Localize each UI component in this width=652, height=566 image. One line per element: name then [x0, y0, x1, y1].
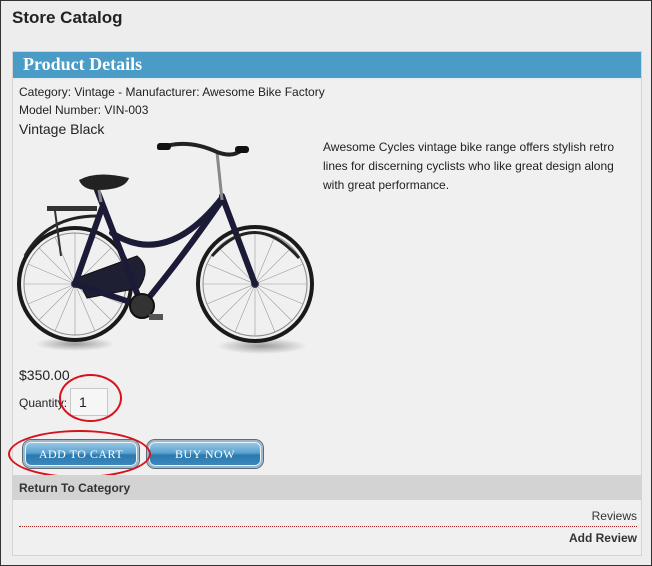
quantity-input[interactable] [70, 388, 108, 416]
reviews-label: Reviews [591, 509, 637, 523]
return-to-category-bar[interactable]: Return To Category [13, 475, 641, 500]
panel-header: Product Details [13, 52, 641, 80]
panel-title: Product Details [23, 54, 143, 74]
category-manufacturer: Category: Vintage - Manufacturer: Awesom… [19, 85, 325, 99]
add-to-cart-button[interactable]: ADD TO CART [23, 440, 139, 468]
dotted-divider [19, 526, 637, 527]
quantity-label: Quantity: [19, 396, 68, 410]
product-name: Vintage Black [19, 121, 105, 137]
product-price: $350.00 [19, 367, 70, 383]
add-review-link[interactable]: Add Review [569, 531, 637, 545]
page-title: Store Catalog [12, 8, 123, 27]
buy-now-button[interactable]: BUY NOW [147, 440, 263, 468]
store-catalog-window: Store Catalog Product Details Category: … [0, 0, 652, 566]
return-to-category-link[interactable]: Return To Category [19, 481, 130, 495]
bicycle-image [17, 141, 314, 354]
product-details-panel: Product Details Category: Vintage - Manu… [8, 51, 642, 556]
product-description: Awesome Cycles vintage bike range offers… [323, 140, 615, 192]
model-number: Model Number: VIN-003 [19, 103, 149, 117]
product-image [17, 138, 317, 360]
